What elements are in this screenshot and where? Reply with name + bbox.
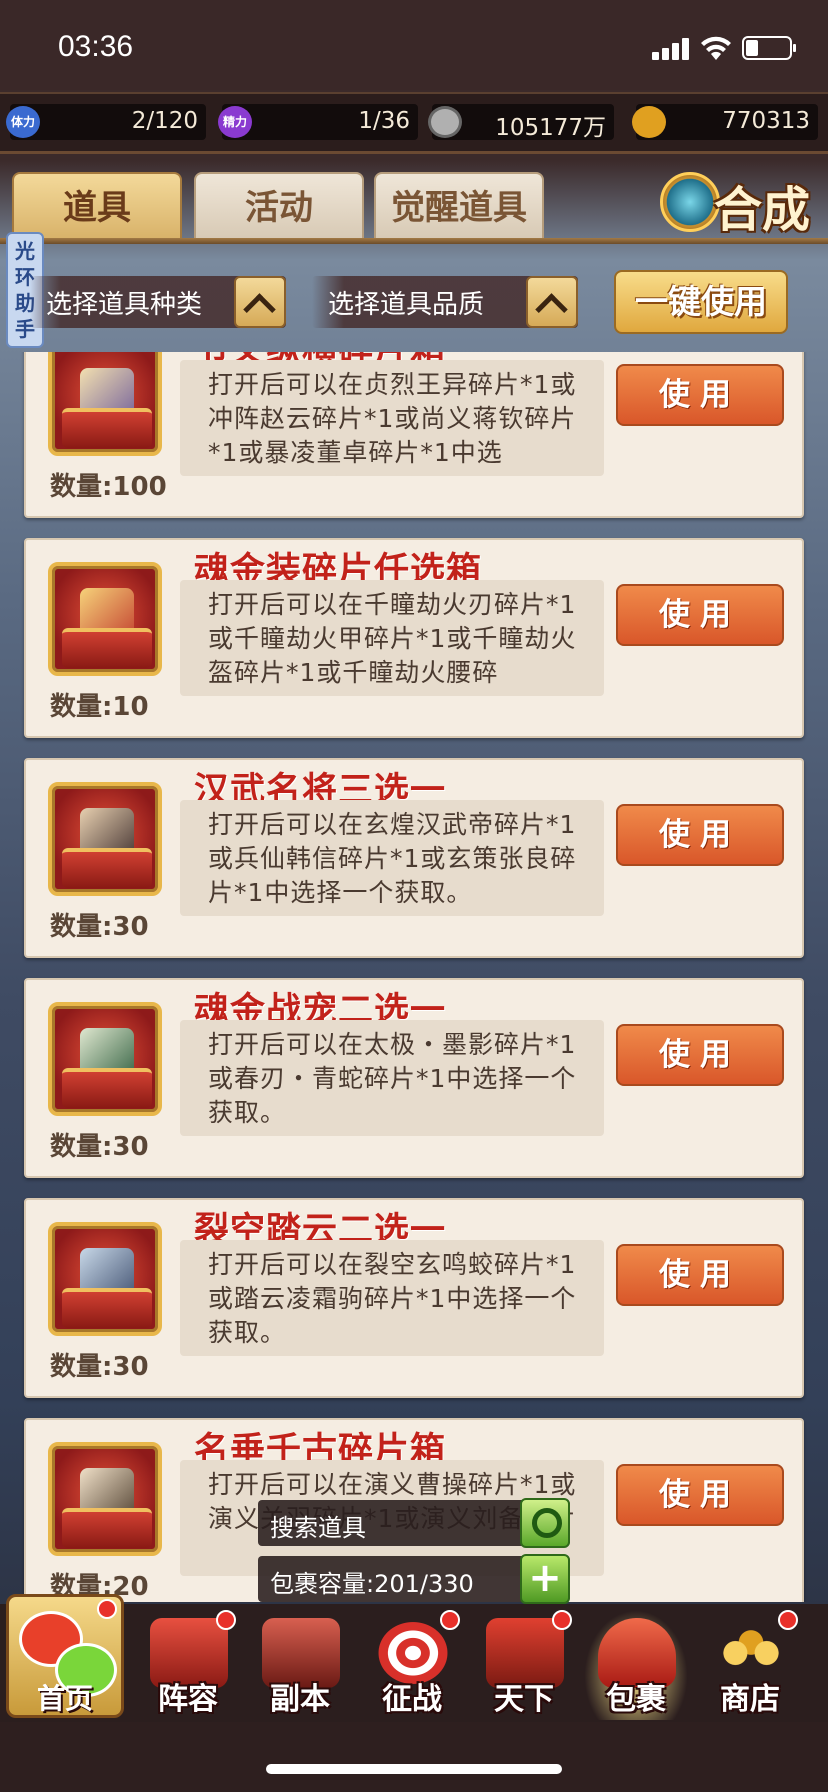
item-quantity: 数量:30 xyxy=(50,1352,149,1382)
list-item: 数量:100 节义纵横碎片箱 打开后可以在贞烈王异碎片*1或冲阵赵云碎片*1或尚… xyxy=(24,352,804,518)
resource-stamina[interactable]: 体力 2/120 xyxy=(6,104,206,140)
item-chest-icon[interactable] xyxy=(48,782,162,896)
wifi-icon xyxy=(701,36,731,60)
nav-campaign[interactable]: 征战 xyxy=(360,1610,464,1720)
nav-dungeon[interactable]: 副本 xyxy=(248,1610,352,1720)
bottom-safe-area xyxy=(0,1722,828,1792)
expand-capacity-plus-icon[interactable]: + xyxy=(520,1554,570,1604)
status-time: 03:36 xyxy=(58,30,134,63)
item-quality-filter[interactable]: 选择道具品质 xyxy=(312,276,578,328)
item-quantity: 数量:10 xyxy=(50,692,149,722)
tab-items[interactable]: 道具 xyxy=(12,172,182,240)
nav-label: 天下 xyxy=(494,1682,554,1717)
item-chest-icon[interactable] xyxy=(48,1442,162,1556)
resource-coin[interactable]: 105177万 xyxy=(428,104,614,141)
list-item: 数量:30 魂金战宠二选一 打开后可以在太极・墨影碎片*1或春刃・青蛇碎片*1中… xyxy=(24,978,804,1178)
item-chest-icon[interactable] xyxy=(48,1222,162,1336)
chevron-up-icon[interactable] xyxy=(526,276,578,328)
use-button[interactable]: 使用 xyxy=(616,584,784,646)
notification-dot xyxy=(97,1599,117,1619)
home-indicator[interactable] xyxy=(266,1764,562,1774)
item-quality-label: 选择道具品质 xyxy=(328,290,485,320)
list-item: 数量:30 汉武名将三选一 打开后可以在玄煌汉武帝碎片*1或兵仙韩信碎片*1或玄… xyxy=(24,758,804,958)
nav-label: 副本 xyxy=(270,1682,330,1717)
item-quantity: 数量:30 xyxy=(50,1132,149,1162)
item-description: 打开后可以在千瞳劫火刃碎片*1或千瞳劫火甲碎片*1或千瞳劫火盔碎片*1或千瞳劫火… xyxy=(180,580,604,696)
nav-label: 首页 xyxy=(36,1682,93,1715)
item-chest-icon[interactable] xyxy=(48,1002,162,1116)
item-description: 打开后可以在裂空玄鸣蛟碎片*1或踏云凌霜驹碎片*1中选择一个获取。 xyxy=(180,1240,604,1356)
use-button[interactable]: 使用 xyxy=(616,1464,784,1526)
resource-value: 105177万 xyxy=(495,115,606,141)
nav-label: 商店 xyxy=(720,1682,780,1717)
use-button[interactable]: 使用 xyxy=(616,1024,784,1086)
gold-ingot-icon xyxy=(632,106,666,138)
nav-label: 阵容 xyxy=(158,1682,218,1717)
tab-activity[interactable]: 活动 xyxy=(194,172,364,240)
resource-gold[interactable]: 770313 xyxy=(632,104,818,140)
item-description: 打开后可以在玄煌汉武帝碎片*1或兵仙韩信碎片*1或玄策张良碎片*1中选择一个获取… xyxy=(180,800,604,916)
item-chest-icon[interactable] xyxy=(48,562,162,676)
stamina-icon: 体力 xyxy=(6,106,40,138)
notification-dot xyxy=(778,1610,798,1630)
bag-capacity-label: 包裹容量:201/330 xyxy=(270,1570,474,1598)
item-description: 打开后可以在太极・墨影碎片*1或春刃・青蛇碎片*1中选择一个获取。 xyxy=(180,1020,604,1136)
item-quantity: 数量:100 xyxy=(50,472,167,502)
resource-value: 2/120 xyxy=(131,108,198,134)
cellular-signal-icon xyxy=(652,38,692,60)
list-item: 数量:30 裂空踏云二选一 打开后可以在裂空玄鸣蛟碎片*1或踏云凌霜驹碎片*1中… xyxy=(24,1198,804,1398)
list-item: 数量:10 魂金装碎片任选箱 打开后可以在千瞳劫火刃碎片*1或千瞳劫火甲碎片*1… xyxy=(24,538,804,738)
status-bar: 03:36 xyxy=(0,0,828,90)
bottom-nav: 阵容 副本 征战 天下 包裹 商店 xyxy=(0,1604,828,1722)
nav-label: 征战 xyxy=(382,1682,442,1717)
battery-icon xyxy=(742,36,796,60)
notification-dot xyxy=(552,1610,572,1630)
energy-icon: 精力 xyxy=(218,106,252,138)
nav-lineup[interactable]: 阵容 xyxy=(136,1610,240,1720)
resource-bar: 体力 2/120 精力 1/36 105177万 770313 xyxy=(0,92,828,154)
item-type-filter[interactable]: 选择道具种类 xyxy=(30,276,286,328)
synthesize-button[interactable]: 合成 xyxy=(656,166,816,240)
compass-gem-icon xyxy=(660,172,720,232)
nav-world[interactable]: 天下 xyxy=(472,1610,576,1720)
item-chest-icon[interactable] xyxy=(48,352,162,456)
synthesize-label: 合成 xyxy=(714,182,811,238)
nav-shop[interactable]: 商店 xyxy=(698,1610,802,1720)
coin-icon xyxy=(428,106,462,138)
tab-awaken-items[interactable]: 觉醒道具 xyxy=(374,172,544,240)
item-list[interactable]: 数量:100 节义纵横碎片箱 打开后可以在贞烈王异碎片*1或冲阵赵云碎片*1或尚… xyxy=(0,352,828,1602)
chevron-up-icon[interactable] xyxy=(234,276,286,328)
notification-dot xyxy=(216,1610,236,1630)
resource-energy[interactable]: 精力 1/36 xyxy=(218,104,418,140)
nav-home[interactable]: 首页 xyxy=(6,1594,124,1718)
search-items-label: 搜索道具 xyxy=(270,1514,366,1542)
resource-value: 770313 xyxy=(722,108,810,134)
item-quantity: 数量:30 xyxy=(50,912,149,942)
use-button[interactable]: 使用 xyxy=(616,364,784,426)
notification-dot xyxy=(440,1610,460,1630)
use-button[interactable]: 使用 xyxy=(616,804,784,866)
search-icon[interactable] xyxy=(520,1498,570,1548)
nav-bag[interactable]: 包裹 xyxy=(584,1610,688,1720)
resource-value: 1/36 xyxy=(358,108,410,134)
use-button[interactable]: 使用 xyxy=(616,1244,784,1306)
one-click-use-button[interactable]: 一键使用 xyxy=(614,270,788,334)
search-capacity-panel: 搜索道具 包裹容量:201/330 + xyxy=(258,1498,570,1606)
item-type-label: 选择道具种类 xyxy=(46,290,203,320)
item-description: 打开后可以在贞烈王异碎片*1或冲阵赵云碎片*1或尚义蒋钦碎片*1或暴凌董卓碎片*… xyxy=(180,360,604,476)
nav-label: 包裹 xyxy=(606,1682,666,1717)
